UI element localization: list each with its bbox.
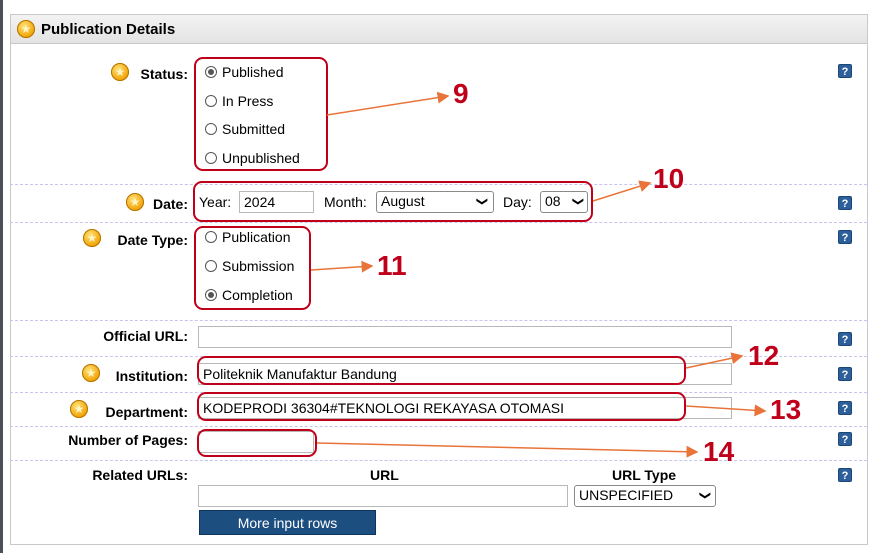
required-star-icon (70, 400, 88, 418)
help-icon[interactable]: ? (838, 230, 852, 244)
related-urls-label: Related URLs: (92, 467, 188, 483)
row-divider (10, 320, 867, 321)
annotation-box-institution (197, 356, 686, 385)
publication-details-panel: Publication Details (10, 14, 868, 545)
annotation-number: 11 (377, 250, 407, 281)
date-type-label: Date Type: (117, 232, 188, 248)
url-type-select-value: UNSPECIFIED (579, 487, 674, 503)
official-url-label: Official URL: (103, 328, 188, 344)
institution-label: Institution: (115, 368, 188, 384)
more-input-rows-button[interactable]: More input rows (199, 510, 376, 535)
url-column-header: URL (370, 467, 399, 483)
row-divider (10, 426, 867, 427)
chevron-down-icon: ❯ (699, 490, 712, 501)
help-icon[interactable]: ? (838, 196, 852, 210)
department-label: Department: (105, 404, 188, 420)
required-star-icon (83, 229, 101, 247)
panel-title: Publication Details (41, 21, 176, 38)
annotation-number: 13 (770, 394, 802, 425)
number-of-pages-label: Number of Pages: (68, 432, 188, 448)
panel-header: Publication Details (11, 15, 867, 44)
help-icon[interactable]: ? (838, 332, 852, 346)
annotation-number: 10 (653, 163, 685, 194)
annotation-box-pages (197, 429, 317, 457)
row-divider (10, 222, 867, 223)
annotation-box-date (193, 181, 593, 222)
left-edge-bar (0, 0, 3, 553)
help-icon[interactable]: ? (838, 401, 852, 415)
url-type-select[interactable]: UNSPECIFIED (574, 485, 716, 507)
annotation-number: 9 (453, 78, 469, 109)
annotation-number: 14 (703, 436, 735, 467)
required-star-icon (126, 193, 144, 211)
url-type-column-header: URL Type (612, 467, 677, 483)
star-icon (17, 20, 35, 38)
annotation-box-department (197, 392, 686, 421)
help-icon[interactable]: ? (838, 64, 852, 78)
required-star-icon (82, 364, 100, 382)
annotation-number: 12 (748, 340, 780, 371)
official-url-input[interactable] (198, 326, 732, 348)
help-icon[interactable]: ? (838, 432, 852, 446)
status-label: Status: (140, 66, 188, 82)
annotation-box-status (194, 57, 328, 171)
row-divider (10, 460, 867, 461)
required-star-icon (111, 63, 129, 81)
help-icon[interactable]: ? (838, 468, 852, 482)
related-url-input[interactable] (198, 485, 568, 507)
help-icon[interactable]: ? (838, 367, 852, 381)
annotation-box-date-type (194, 226, 311, 310)
date-label: Date: (152, 196, 188, 212)
